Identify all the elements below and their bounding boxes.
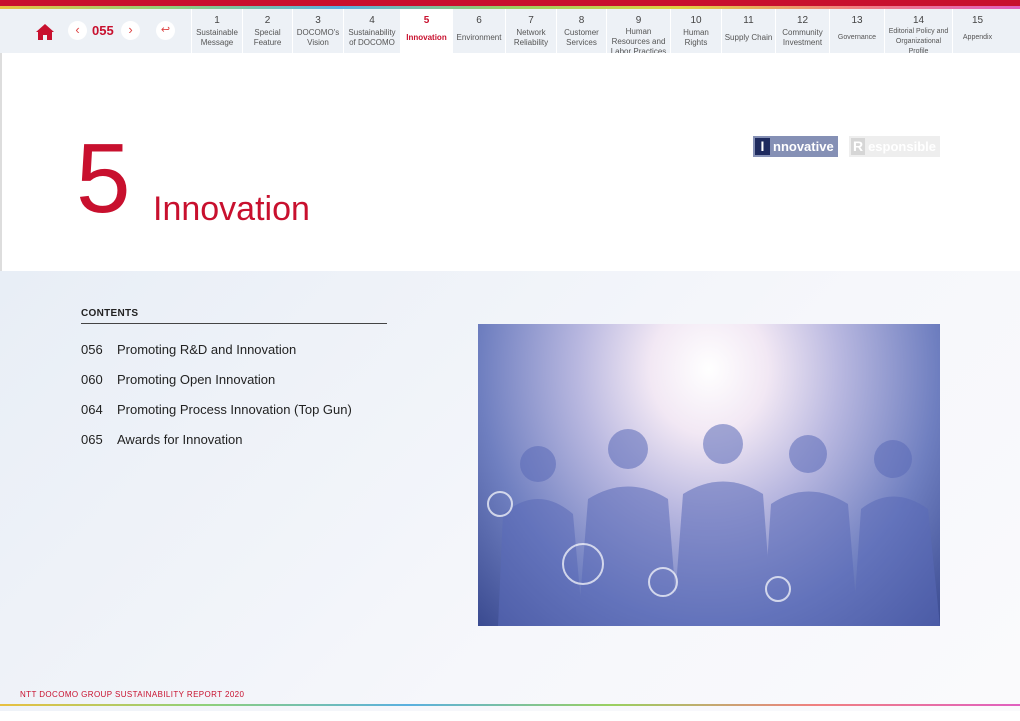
tab-8[interactable]: 8 Customer Services xyxy=(556,9,606,53)
contents-heading: CONTENTS xyxy=(81,308,139,319)
tab-number: 14 xyxy=(912,15,925,26)
tab-label: Appendix xyxy=(962,34,993,41)
tab-label: Human Rights xyxy=(683,28,709,47)
tab-7[interactable]: 7 Network Reliability xyxy=(505,9,556,53)
business-people-image xyxy=(478,324,940,626)
item-page: 056 xyxy=(81,342,103,357)
badge-responsible: Responsible xyxy=(849,136,940,157)
chevron-right-icon[interactable]: › xyxy=(121,21,140,40)
tab-number: 9 xyxy=(635,15,642,26)
tab-number: 8 xyxy=(578,15,585,26)
tab-number: 13 xyxy=(851,15,863,26)
tab-4[interactable]: 4 Sustainability of DOCOMO xyxy=(343,9,400,53)
item-title: Promoting R&D and Innovation xyxy=(117,342,297,357)
item-title: Awards for Innovation xyxy=(117,432,243,447)
tab-10[interactable]: 10 Human Rights xyxy=(670,9,721,53)
tab-label: Environment xyxy=(456,33,502,42)
item-page: 060 xyxy=(81,372,103,387)
tab-3[interactable]: 3 DOCOMO's Vision xyxy=(292,9,343,53)
bottom-stripe xyxy=(0,704,1020,706)
tab-number: 10 xyxy=(690,15,702,26)
badge-key: I xyxy=(755,138,770,155)
tab-number: 2 xyxy=(264,15,271,26)
tab-6[interactable]: 6 Environment xyxy=(452,9,505,53)
tab-label: Network Reliability xyxy=(513,28,549,47)
badge-label: esponsible xyxy=(868,139,936,154)
tab-label: Supply Chain xyxy=(724,33,773,42)
tab-11[interactable]: 11 Supply Chain xyxy=(721,9,775,53)
tab-number: 6 xyxy=(476,15,482,26)
tab-15[interactable]: 15 Appendix xyxy=(952,9,1002,53)
chapter-header xyxy=(0,53,1020,271)
tab-number: 5 xyxy=(423,15,430,26)
tab-1[interactable]: 1 Sustainable Message xyxy=(191,9,242,53)
tab-number: 11 xyxy=(743,15,754,26)
tab-label: DOCOMO's Vision xyxy=(296,28,340,47)
tab-number: 4 xyxy=(369,15,375,26)
footer-text: NTT DOCOMO GROUP SUSTAINABILITY REPORT 2… xyxy=(20,690,245,699)
contents-link[interactable]: 060 Promoting Open Innovation xyxy=(81,372,275,387)
tab-14[interactable]: 14 Editorial Policy and Organizational Pr… xyxy=(884,9,952,55)
tab-label: Community Investment xyxy=(782,28,823,47)
tab-5[interactable]: 5 Innovation xyxy=(400,9,452,53)
return-icon[interactable]: ↩ xyxy=(156,21,175,40)
tab-12[interactable]: 12 Community Investment xyxy=(775,9,829,53)
tab-number: 7 xyxy=(528,15,534,26)
tab-9[interactable]: 9 Human Resources and Labor Practices xyxy=(606,9,670,56)
tab-label: Governance xyxy=(837,34,877,41)
chapter-number: 5 xyxy=(76,123,131,233)
tab-13[interactable]: 13 Governance xyxy=(829,9,884,53)
badge-key: R xyxy=(851,138,866,155)
badge-label: nnovative xyxy=(773,139,834,154)
contents-link[interactable]: 056 Promoting R&D and Innovation xyxy=(81,342,296,357)
tab-2[interactable]: 2 Special Feature xyxy=(242,9,292,53)
item-title: Promoting Process Innovation (Top Gun) xyxy=(117,402,352,417)
tab-label: Customer Services xyxy=(564,28,599,47)
divider xyxy=(81,323,387,324)
badge-innovative: Innovative xyxy=(753,136,838,157)
chevron-left-icon[interactable]: ‹ xyxy=(68,21,87,40)
tab-number: 15 xyxy=(971,15,984,26)
contents-link[interactable]: 065 Awards for Innovation xyxy=(81,432,243,447)
tab-number: 3 xyxy=(315,15,321,26)
item-page: 065 xyxy=(81,432,103,447)
home-icon[interactable] xyxy=(35,23,55,41)
tab-number: 12 xyxy=(796,15,809,26)
top-navigation: ‹ 055 › ↩ 1 Sustainable Message 2 Special F… xyxy=(0,9,1020,56)
item-title: Promoting Open Innovation xyxy=(117,372,276,387)
tab-number: 1 xyxy=(214,15,220,26)
tab-label: Sustainable Message xyxy=(196,28,238,47)
contents-link[interactable]: 064 Promoting Process Innovation (Top Gun… xyxy=(81,402,352,417)
item-page: 064 xyxy=(81,402,103,417)
tab-label: Special Feature xyxy=(253,28,282,47)
tab-label: Innovation xyxy=(406,33,447,42)
tab-label: Sustainability of DOCOMO xyxy=(348,28,396,47)
page-title: Innovation xyxy=(153,190,310,228)
page-number[interactable]: 055 xyxy=(92,23,114,38)
